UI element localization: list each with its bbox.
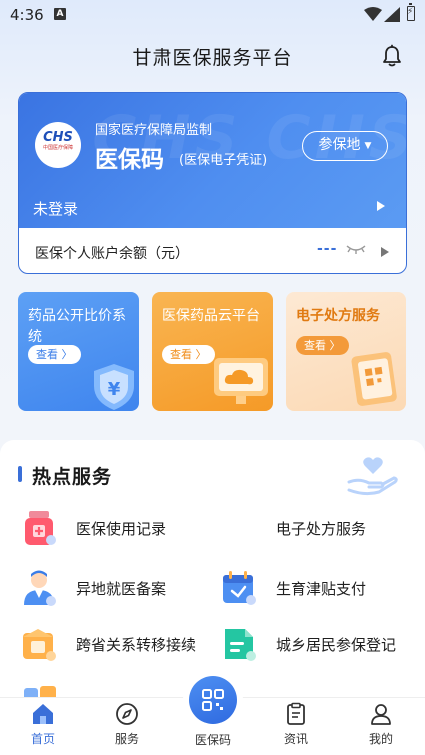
transfer-box-icon bbox=[23, 629, 56, 661]
nav-label: 首页 bbox=[30, 732, 55, 746]
status-bar: 4:36 A ⚡ bbox=[0, 0, 425, 30]
balance-arrow-icon[interactable] bbox=[381, 247, 389, 257]
nav-news[interactable]: 资讯 bbox=[266, 702, 326, 747]
wifi-icon bbox=[364, 7, 382, 21]
section-title: 热点服务 bbox=[32, 466, 113, 488]
nav-label: 资讯 bbox=[283, 732, 308, 746]
qr-document-icon bbox=[351, 352, 397, 406]
service-label: 异地就医备案 bbox=[76, 580, 167, 598]
card-subtitle: (医保电子凭证) bbox=[179, 153, 268, 168]
qr-code-icon bbox=[202, 689, 224, 711]
notification-icon: A bbox=[54, 8, 66, 20]
service-item-transfer[interactable]: 跨省关系转移接续 bbox=[20, 625, 210, 675]
region-select-button[interactable]: 参保地 ▼ bbox=[302, 131, 388, 161]
eye-closed-icon[interactable] bbox=[345, 243, 367, 255]
nav-profile[interactable]: 我的 bbox=[351, 702, 411, 747]
nav-insurance-code[interactable] bbox=[183, 670, 243, 730]
card-header: CHS CHS CHS 中国医疗保障 国家医疗保障局监制 医保码 (医保电子凭证… bbox=[19, 93, 406, 228]
balance-value: --- bbox=[317, 241, 338, 257]
tile-title: 医保药品云平台 bbox=[162, 308, 260, 324]
service-item-e-prescription[interactable]: 电子处方服务 bbox=[220, 509, 410, 553]
status-time: 4:36 bbox=[10, 6, 44, 24]
service-item-remote-medical[interactable]: 异地就医备案 bbox=[20, 569, 210, 613]
page-title: 甘肃医保服务平台 bbox=[132, 47, 293, 69]
profile-icon bbox=[371, 704, 391, 725]
service-label: 生育津贴支付 bbox=[276, 580, 367, 598]
tile-e-prescription[interactable]: 电子处方服务 查看 〉 bbox=[286, 292, 406, 411]
registration-icon bbox=[225, 629, 256, 661]
view-button[interactable]: 查看 〉 bbox=[162, 345, 215, 364]
bell-icon[interactable] bbox=[380, 44, 404, 68]
nav-label: 我的 bbox=[368, 732, 393, 746]
service-label: 电子处方服务 bbox=[276, 520, 367, 538]
cloud-monitor-icon bbox=[214, 358, 268, 404]
calendar-icon bbox=[223, 571, 256, 605]
caret-down-icon: ▼ bbox=[364, 141, 372, 151]
doctor-icon bbox=[24, 570, 56, 606]
supervisor-text: 国家医疗保障局监制 bbox=[95, 123, 213, 138]
yuan-shield-icon: ¥ bbox=[94, 364, 134, 410]
nav-label: 医保码 bbox=[194, 733, 231, 747]
chevron-right-icon[interactable] bbox=[377, 201, 385, 211]
tile-title: 药品公开比价系统 bbox=[28, 308, 126, 345]
battery-icon: ⚡ bbox=[407, 3, 415, 21]
service-label: 城乡居民参保登记 bbox=[276, 636, 397, 654]
tile-drug-price-compare[interactable]: 药品公开比价系统 查看 〉 ¥ bbox=[18, 292, 139, 411]
service-label: 医保使用记录 bbox=[76, 520, 167, 538]
cellular-icon bbox=[384, 7, 400, 22]
service-item-resident-registration[interactable]: 城乡居民参保登记 bbox=[220, 625, 410, 675]
view-button[interactable]: 查看 〉 bbox=[296, 336, 349, 355]
nav-services[interactable]: 服务 bbox=[97, 702, 157, 747]
chs-logo: CHS 中国医疗保障 bbox=[35, 122, 81, 168]
login-status[interactable]: 未登录 bbox=[33, 198, 78, 219]
medicine-bottle-icon bbox=[25, 511, 56, 545]
compass-icon bbox=[116, 703, 138, 725]
card-title: 医保码 bbox=[95, 147, 164, 173]
home-icon bbox=[33, 704, 53, 724]
heart-hand-icon bbox=[347, 457, 398, 496]
view-button[interactable]: 查看 〉 bbox=[28, 345, 81, 364]
section-accent-bar bbox=[18, 466, 22, 482]
service-label: 跨省关系转移接续 bbox=[76, 636, 197, 654]
news-icon bbox=[287, 702, 305, 725]
tile-drug-cloud[interactable]: 医保药品云平台 查看 〉 bbox=[152, 292, 273, 411]
svg-text:¥: ¥ bbox=[108, 379, 121, 400]
tile-title: 电子处方服务 bbox=[296, 308, 380, 324]
balance-label: 医保个人账户余额（元） bbox=[35, 246, 189, 262]
service-item-maternity-allowance[interactable]: 生育津贴支付 bbox=[220, 569, 410, 613]
nav-label: 服务 bbox=[114, 732, 139, 746]
insurance-code-card[interactable]: CHS CHS CHS 中国医疗保障 国家医疗保障局监制 医保码 (医保电子凭证… bbox=[18, 92, 407, 274]
nav-home[interactable]: 首页 bbox=[13, 702, 73, 747]
service-item-usage-record[interactable]: 医保使用记录 bbox=[20, 509, 210, 553]
